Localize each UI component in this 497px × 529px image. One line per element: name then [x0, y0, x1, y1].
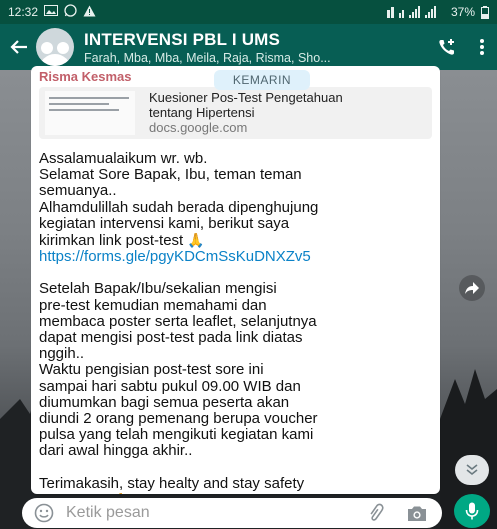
message-line: diumumkan bagi semua peserta akan	[39, 393, 290, 411]
status-time: 12:32	[8, 5, 39, 19]
message-line: Assalamualaikum wr. wb.	[39, 150, 208, 167]
message-line: Setelah Bapak/Ibu/sekalian mengisi	[39, 280, 277, 298]
link-preview-text: Kuesioner Pos-Test Pengetahuan tentang H…	[149, 90, 343, 136]
scroll-down-icon[interactable]	[455, 455, 489, 485]
forward-icon[interactable]	[459, 275, 485, 301]
add-call-icon[interactable]	[427, 24, 467, 70]
camera-icon[interactable]	[402, 501, 432, 525]
link-preview-title-line1: Kuesioner Pos-Test Pengetahuan	[149, 90, 343, 105]
message-line: pulsa yang telah mengikuti kegiatan kami	[39, 426, 314, 444]
date-chip: KEMARIN	[214, 70, 310, 90]
group-title: INTERVENSI PBL I UMS	[84, 29, 281, 49]
gallery-icon	[44, 5, 59, 19]
message-line: dapat mengisi post-test pada link diatas	[39, 329, 303, 347]
message-line: kirimkan link post-test 🙏	[39, 232, 432, 249]
attach-icon[interactable]	[362, 501, 392, 525]
message-line: semuanya..	[39, 182, 117, 200]
folded-hands-emoji: 🙏	[112, 492, 129, 494]
message-line: kegiatan intervensi kami, berikut saya	[39, 214, 290, 232]
post-test-link[interactable]: https://forms.gle/pgyKDCmSsKuDNXZv5	[39, 249, 432, 265]
message-line: dari awal hingga akhir..	[39, 442, 193, 460]
link-preview-domain: docs.google.com	[149, 120, 248, 135]
message-composer	[22, 498, 442, 528]
message-input[interactable]	[66, 504, 362, 522]
message-line-text: semuanya	[39, 492, 108, 494]
link-preview[interactable]: Kuesioner Pos-Test Pengetahuan tentang H…	[39, 87, 432, 139]
message-line: semuanya 🙏	[39, 492, 432, 494]
group-info[interactable]: INTERVENSI PBL I UMS Farah, Mba, Mba, Me…	[84, 30, 427, 65]
message-line: Selamat Sore Bapak, Ibu, teman teman	[39, 166, 302, 184]
chat-header: INTERVENSI PBL I UMS Farah, Mba, Mba, Me…	[0, 24, 497, 70]
message-line: Alhamdulillah sudah berada dipenghujung	[39, 198, 319, 216]
folded-hands-emoji: 🙏	[187, 232, 205, 249]
message-line: diundi 2 orang pemenang berupa voucher	[39, 410, 318, 428]
status-left: 12:32	[8, 4, 96, 20]
mic-icon[interactable]	[454, 494, 490, 528]
link-preview-title-line2: tentang Hipertensi	[149, 105, 255, 120]
message-line: nggih..	[39, 345, 85, 363]
message-line-text: kirimkan link post-test	[39, 232, 184, 250]
message-line: pre-test kemudian memahami dan	[39, 296, 267, 314]
message-line: Terimakasih, stay healty and stay safety	[39, 474, 305, 492]
message-line: Waktu pengisian post-test sore ini	[39, 361, 264, 379]
message-line: membaca poster serta leaflet, selanjutny…	[39, 312, 317, 330]
group-members: Farah, Mba, Mba, Meila, Raja, Risma, Sho…	[84, 50, 331, 65]
group-avatar[interactable]	[36, 28, 74, 66]
emoji-icon[interactable]	[32, 501, 56, 525]
message-body: Assalamualaikum wr. wb. Selamat Sore Bap…	[39, 150, 432, 494]
battery-icon	[481, 5, 489, 19]
back-arrow-icon[interactable]	[6, 24, 32, 70]
status-bar: 12:32 37%	[0, 0, 497, 24]
signal-icon	[386, 6, 445, 18]
more-vert-icon[interactable]	[467, 24, 497, 70]
status-right: 37%	[386, 5, 489, 19]
link-preview-thumbnail	[45, 91, 135, 135]
message-line: sampai hari sabtu pukul 09.00 WIB dan	[39, 377, 301, 395]
battery-percent: 37%	[450, 5, 475, 19]
warning-icon	[83, 5, 96, 20]
whatsapp-icon	[64, 4, 77, 20]
message-bubble[interactable]: Risma Kesmas Kuesioner Pos-Test Pengetah…	[31, 66, 440, 494]
